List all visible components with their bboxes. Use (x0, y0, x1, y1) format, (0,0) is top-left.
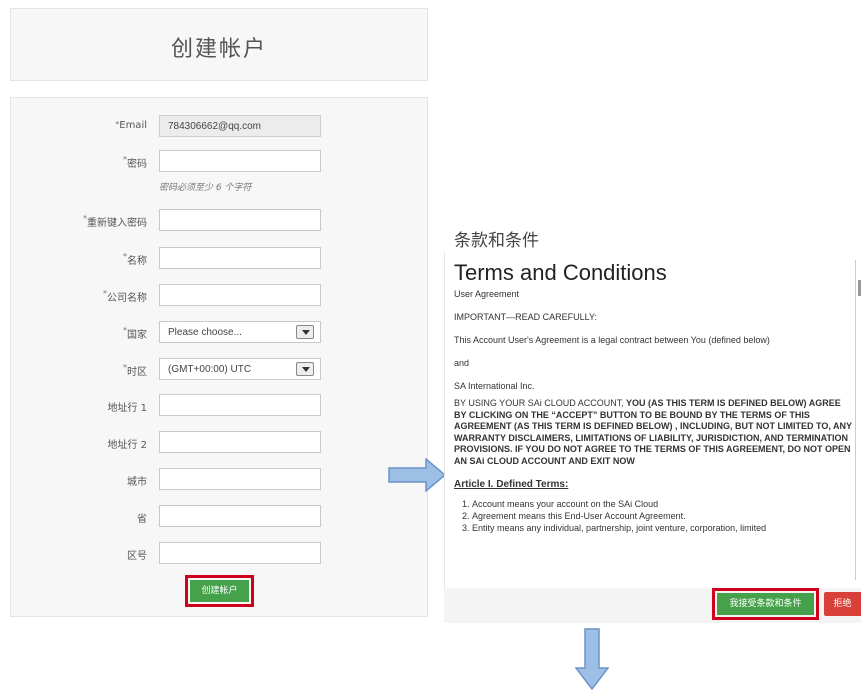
terms-scroll-area[interactable]: Terms and Conditions User Agreement IMPO… (445, 252, 861, 590)
email-label: *Email (115, 120, 147, 131)
country-row: *国家 Please choose... (11, 321, 427, 345)
confirm-password-field[interactable] (159, 209, 321, 231)
terms-agreement-text: BY USING YOUR SAi CLOUD ACCOUNT, YOU (AS… (454, 398, 852, 466)
address2-row: 地址行 2 (11, 431, 427, 455)
timezone-select[interactable]: (GMT+00:00) UTC (159, 358, 321, 380)
area-code-field[interactable] (159, 542, 321, 564)
list-item: Agreement means this End-User Account Ag… (472, 510, 852, 522)
province-label: 省 (137, 514, 147, 525)
email-row: *Email 784306662@qq.com (11, 115, 427, 139)
area-code-row: 区号 (11, 542, 427, 566)
create-account-button[interactable]: 创建帐户 (190, 580, 249, 602)
confirm-password-row: *重新键入密码 (11, 209, 427, 233)
terms-footer: 我接受条款和条件 拒绝 (444, 588, 861, 623)
address2-label: 地址行 2 (107, 440, 147, 451)
terms-paragraph: and (454, 358, 470, 368)
name-label: *名称 (123, 252, 147, 267)
area-code-label: 区号 (127, 551, 147, 562)
address1-label: 地址行 1 (107, 403, 147, 414)
arrow-right-icon (388, 458, 446, 492)
list-item: Account means your account on the SAi Cl… (472, 498, 852, 510)
terms-paragraph: IMPORTANT—READ CAREFULLY: (454, 312, 598, 322)
terms-paragraph: SA International Inc. (454, 381, 535, 391)
terms-paragraph: This Account User's Agreement is a legal… (454, 335, 770, 345)
list-item: Entity means any individual, partnership… (472, 522, 852, 534)
country-select[interactable]: Please choose... (159, 321, 321, 343)
article-title: Article I. Defined Terms: (454, 479, 569, 490)
terms-heading: 条款和条件 (454, 231, 539, 251)
country-label: *国家 (123, 326, 147, 341)
create-account-form: *Email 784306662@qq.com *密码 密码必须至少 6 个字符… (10, 97, 428, 617)
defined-terms-list: Account means your account on the SAi Cl… (454, 498, 852, 534)
arrow-down-icon (575, 628, 609, 690)
address1-row: 地址行 1 (11, 394, 427, 418)
page-title: 创建帐户 (170, 37, 267, 62)
timezone-select-value: (GMT+00:00) UTC (168, 364, 252, 375)
chevron-down-icon[interactable] (296, 362, 314, 376)
terms-title: Terms and Conditions (454, 260, 667, 285)
create-account-highlight: 创建帐户 (185, 575, 254, 607)
province-field[interactable] (159, 505, 321, 527)
company-row: *公司名称 (11, 284, 427, 308)
timezone-row: *时区 (GMT+00:00) UTC (11, 358, 427, 382)
password-field[interactable] (159, 150, 321, 172)
password-hint: 密码必须至少 6 个字符 (159, 183, 252, 193)
accept-terms-button[interactable]: 我接受条款和条件 (717, 593, 814, 615)
address2-field[interactable] (159, 431, 321, 453)
city-row: 城市 (11, 468, 427, 492)
province-row: 省 (11, 505, 427, 529)
city-field[interactable] (159, 468, 321, 490)
confirm-password-label: *重新键入密码 (83, 214, 147, 229)
address1-field[interactable] (159, 394, 321, 416)
terms-dialog: Terms and Conditions User Agreement IMPO… (444, 252, 861, 590)
email-field[interactable]: 784306662@qq.com (159, 115, 321, 137)
city-label: 城市 (127, 477, 147, 488)
name-field[interactable] (159, 247, 321, 269)
company-field[interactable] (159, 284, 321, 306)
create-account-header: 创建帐户 (10, 8, 428, 81)
timezone-label: *时区 (123, 363, 147, 378)
country-select-value: Please choose... (168, 327, 242, 338)
accept-highlight: 我接受条款和条件 (712, 588, 819, 620)
password-label: *密码 (123, 155, 147, 170)
company-label: *公司名称 (103, 289, 147, 304)
password-row: *密码 (11, 150, 427, 174)
chevron-down-icon[interactable] (296, 325, 314, 339)
name-row: *名称 (11, 247, 427, 271)
terms-paragraph: User Agreement (454, 289, 520, 299)
decline-button[interactable]: 拒绝 (824, 592, 861, 616)
scrollbar[interactable] (855, 260, 861, 580)
